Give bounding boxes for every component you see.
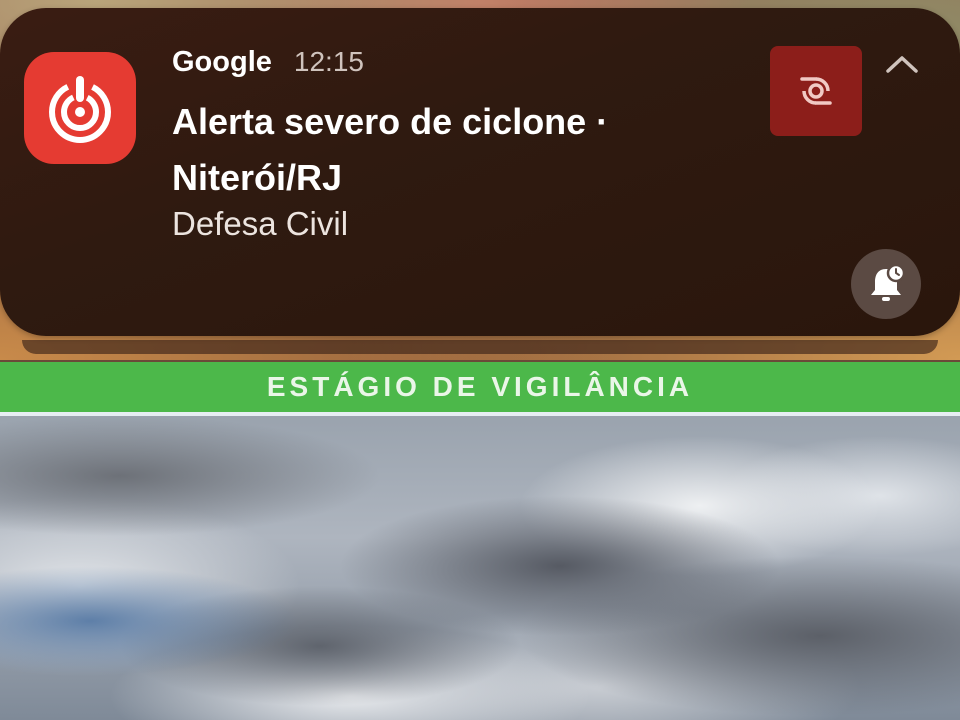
notification-time: 12:15 — [293, 46, 364, 77]
app-name: Google — [172, 46, 272, 78]
notification-title: Alerta severo de ciclone · Niterói/RJ — [172, 101, 609, 198]
sky-patch — [0, 566, 300, 676]
notification-header: Google 12:15 — [172, 46, 364, 82]
alert-notification[interactable]: Google 12:15 Alerta severo de ciclone · … — [0, 8, 960, 336]
cyclone-icon — [770, 46, 862, 136]
emergency-alert-icon — [24, 52, 136, 164]
bell-snooze-icon[interactable] — [851, 249, 921, 319]
cloudy-sky-photo — [0, 416, 960, 720]
stage-banner: ESTÁGIO DE VIGILÂNCIA — [0, 362, 960, 412]
notification-stack-edge — [22, 340, 938, 354]
notification-subtitle: Defesa Civil — [172, 205, 349, 242]
chevron-up-icon[interactable] — [880, 44, 924, 84]
